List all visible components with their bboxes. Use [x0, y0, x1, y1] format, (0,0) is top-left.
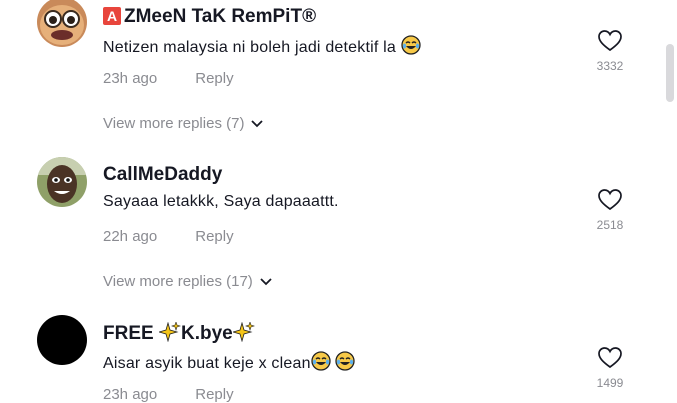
laughing-emoji-icon [311, 351, 331, 376]
like-count: 2518 [596, 218, 624, 232]
like-count: 1499 [596, 376, 624, 390]
chevron-down-icon [251, 120, 264, 128]
comment-meta: 23h ago Reply [103, 70, 234, 87]
timestamp: 23h ago [103, 386, 158, 403]
like-count: 3332 [596, 59, 624, 73]
like-control: 3332 [592, 29, 628, 73]
timestamp: 22h ago [103, 228, 158, 245]
avatar[interactable] [37, 0, 87, 47]
laughing-emoji-icon [335, 351, 355, 376]
chevron-down-icon [260, 278, 272, 286]
username[interactable]: CallMeDaddy [103, 164, 222, 186]
avatar[interactable] [37, 315, 87, 365]
reply-button[interactable]: Reply [195, 228, 233, 245]
scrollbar-thumb[interactable] [666, 44, 674, 102]
sparkles-icon [157, 321, 181, 348]
reply-button[interactable]: Reply [195, 386, 233, 403]
like-control: 1499 [592, 346, 628, 390]
comment-meta: 23h ago Reply [103, 386, 234, 403]
reply-button[interactable]: Reply [195, 70, 233, 87]
laughing-emoji-icon [401, 35, 421, 60]
view-more-replies[interactable]: View more replies (7) [103, 115, 264, 132]
comment-text: Sayaaa letakkk, Saya dapaaattt. [103, 193, 339, 210]
comment-text: Netizen malaysia ni boleh jadi detektif … [103, 35, 421, 60]
view-more-replies[interactable]: View more replies (17) [103, 273, 273, 290]
letter-a-badge-icon: A [103, 7, 121, 25]
like-control: 2518 [592, 188, 628, 232]
comment-meta: 22h ago Reply [103, 228, 234, 245]
heart-icon[interactable] [597, 346, 623, 370]
avatar[interactable] [37, 157, 87, 207]
timestamp: 23h ago [103, 70, 158, 87]
sparkles-icon [231, 321, 255, 348]
heart-icon[interactable] [597, 188, 623, 212]
heart-icon[interactable] [597, 29, 623, 53]
username[interactable]: A ZMeeN TaK RemPiT® [103, 6, 316, 28]
username[interactable]: FREE K.bye [103, 321, 255, 348]
comment-text: Aisar asyik buat keje x clean [103, 351, 355, 376]
